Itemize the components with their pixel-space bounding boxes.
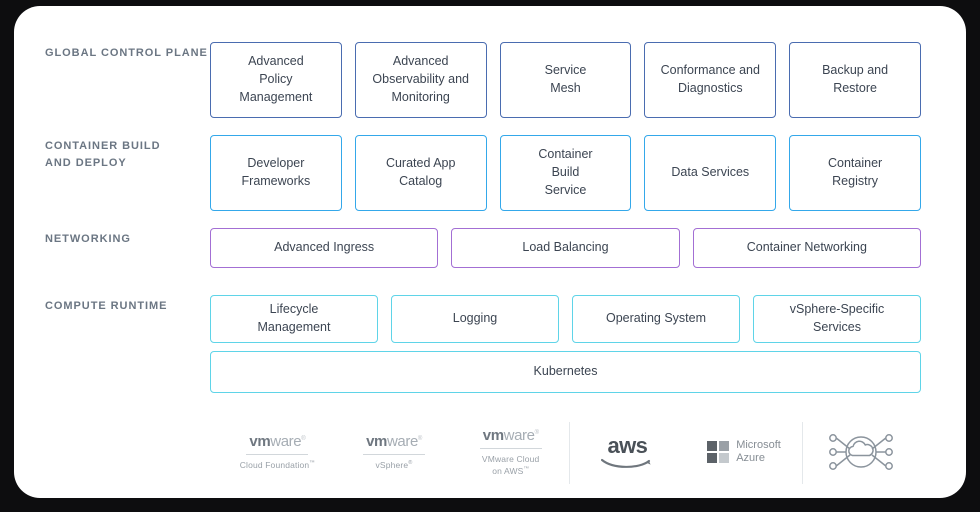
- row-label-container-build-and-deploy: Container Build and Deploy: [45, 140, 161, 169]
- box-logging[interactable]: Logging: [391, 295, 559, 343]
- box-container-registry[interactable]: Container Registry: [789, 135, 921, 211]
- row-label-compute-runtime: Compute Runtime: [45, 300, 168, 312]
- product-trademark: ®: [408, 459, 413, 466]
- vmware-bold: vm: [366, 432, 387, 450]
- box-operating-system[interactable]: Operating System: [572, 295, 740, 343]
- layer-row-global-control-plane: Global Control Plane Advanced Policy Man…: [14, 42, 966, 118]
- box-backup-and-restore[interactable]: Backup and Restore: [789, 42, 921, 118]
- box-load-balancing[interactable]: Load Balancing: [451, 228, 680, 268]
- partner-logo-strip: vmware® Cloud Foundation™ vmware® vSpher…: [14, 406, 966, 498]
- vmware-product-name: vSphere®: [376, 460, 413, 471]
- box-developer-frameworks[interactable]: Developer Frameworks: [210, 135, 342, 211]
- box-advanced-observability-and-monitoring[interactable]: Advanced Observability and Monitoring: [354, 42, 487, 118]
- vmware-logo: vmware® Cloud Foundation™: [240, 433, 315, 471]
- microsoft-square-top-left: [707, 441, 718, 451]
- logo-group-divider: [569, 422, 571, 484]
- microsoft-square-bottom-right: [719, 453, 730, 463]
- product-trademark: ™: [309, 459, 315, 466]
- layer-diagram: Global Control Plane Advanced Policy Man…: [14, 6, 966, 398]
- aws-wordmark: aws: [607, 432, 648, 458]
- logo-microsoft-azure: Microsoft Azure: [686, 406, 803, 498]
- microsoft-squares-icon: [707, 441, 730, 463]
- row-label-networking: Networking: [45, 233, 131, 245]
- aws-logo: aws: [601, 432, 653, 470]
- vmware-light: ware: [386, 432, 418, 450]
- layer-row-container-build-and-deploy: Container Build and Deploy Developer Fra…: [14, 135, 966, 211]
- product-label: vSphere: [375, 459, 409, 470]
- box-data-services[interactable]: Data Services: [644, 135, 777, 211]
- vmware-divider-rule: [479, 448, 542, 450]
- architecture-card: Global Control Plane Advanced Policy Man…: [14, 6, 966, 498]
- logo-aws: aws: [569, 406, 686, 498]
- vmware-wordmark: vmware®: [366, 433, 422, 450]
- vmware-divider-rule: [246, 453, 309, 455]
- layer-row-networking: Networking Advanced Ingress Load Balanci…: [14, 228, 966, 268]
- product-trademark: ™: [523, 465, 530, 472]
- vmware-bold: vm: [482, 427, 504, 445]
- vmware-bold: vm: [249, 432, 271, 450]
- layer-row-kubernetes: Kubernetes: [14, 351, 966, 393]
- row-boxes-container-build-and-deploy: Developer Frameworks Curated App Catalog…: [210, 135, 966, 211]
- logo-vmware-cloud-on-aws: vmware® VMware Cloud on AWS™: [452, 406, 569, 498]
- vmware-trademark: ®: [534, 430, 539, 437]
- logo-group-divider: [802, 422, 804, 484]
- logo-vmware-cloud-foundation: vmware® Cloud Foundation™: [219, 406, 336, 498]
- box-container-build-service[interactable]: Container Build Service: [499, 135, 632, 211]
- vmware-wordmark: vmware®: [483, 427, 539, 444]
- vmware-product-name: Cloud Foundation™: [240, 460, 315, 471]
- row-boxes-global-control-plane: Advanced Policy Management Advanced Obse…: [210, 42, 966, 118]
- vmware-trademark: ®: [417, 435, 422, 442]
- row-label-global-control-plane: Global Control Plane: [45, 47, 208, 59]
- box-vsphere-specific-services[interactable]: vSphere-Specific Services: [753, 295, 921, 343]
- vmware-light: ware: [503, 427, 535, 445]
- vmware-logo: vmware® vSphere®: [363, 433, 425, 471]
- row-boxes-kubernetes: Kubernetes: [210, 351, 966, 393]
- aws-smile-icon: [601, 458, 651, 468]
- box-service-mesh[interactable]: Service Mesh: [499, 42, 632, 118]
- azure-logo: Microsoft Azure: [707, 439, 781, 466]
- box-curated-app-catalog[interactable]: Curated App Catalog: [354, 135, 487, 211]
- product-label: Cloud Foundation: [239, 459, 310, 470]
- product-label: VMware Cloud on AWS: [481, 454, 540, 476]
- vmware-trademark: ®: [301, 435, 306, 442]
- logo-vmware-vsphere: vmware® vSphere®: [336, 406, 453, 498]
- box-conformance-and-diagnostics[interactable]: Conformance and Diagnostics: [644, 42, 777, 118]
- screenshot-root: Global Control Plane Advanced Policy Man…: [0, 0, 980, 512]
- microsoft-square-top-right: [719, 441, 730, 451]
- vmware-light: ware: [270, 432, 302, 450]
- vmware-product-name: VMware Cloud on AWS™: [482, 454, 540, 477]
- row-boxes-networking: Advanced Ingress Load Balancing Containe…: [210, 228, 966, 268]
- box-lifecycle-management[interactable]: Lifecycle Management: [210, 295, 378, 343]
- box-kubernetes[interactable]: Kubernetes: [210, 351, 921, 393]
- box-advanced-policy-management[interactable]: Advanced Policy Management: [210, 42, 342, 118]
- row-label-kubernetes-spacer: [14, 351, 210, 354]
- layer-row-compute-runtime: Compute Runtime Lifecycle Management Log…: [14, 295, 966, 343]
- vmware-logo: vmware® VMware Cloud on AWS™: [479, 427, 542, 477]
- azure-wordmark: Microsoft Azure: [736, 438, 781, 464]
- row-boxes-compute-runtime: Lifecycle Management Logging Operating S…: [210, 295, 966, 343]
- vmware-divider-rule: [363, 453, 425, 455]
- microsoft-square-bottom-left: [707, 453, 718, 463]
- box-container-networking[interactable]: Container Networking: [692, 228, 921, 268]
- cloud-network-icon: [828, 434, 893, 470]
- vmware-wordmark: vmware®: [249, 433, 305, 450]
- logo-cloud-network: [802, 406, 919, 498]
- box-advanced-ingress[interactable]: Advanced Ingress: [210, 228, 439, 268]
- partner-logo-row: vmware® Cloud Foundation™ vmware® vSpher…: [219, 406, 919, 498]
